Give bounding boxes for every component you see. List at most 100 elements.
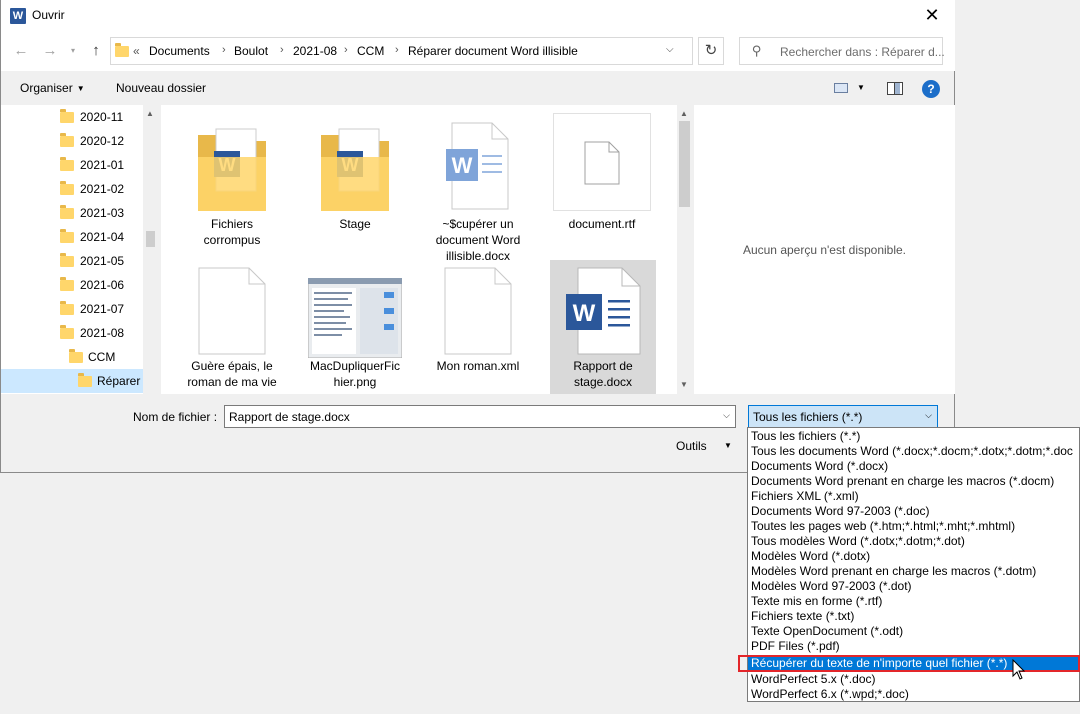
file-item-fichiers-corrompus[interactable]: W Fichierscorrompus	[181, 111, 283, 256]
file-type-option[interactable]: Toutes les pages web (*.htm;*.html;*.mht…	[748, 519, 1079, 534]
file-item-mon-roman-xml[interactable]: Mon roman.xml	[427, 260, 529, 390]
file-item-rapport-de-stage[interactable]: W Rapport de stage.docx	[550, 260, 656, 394]
file-type-option[interactable]: WordPerfect 6.x (*.wpd;*.doc)	[748, 687, 1079, 701]
word-app-icon: W	[10, 8, 26, 24]
word-document-icon: W	[566, 267, 641, 355]
folder-icon	[60, 325, 74, 339]
view-options-icon[interactable]	[834, 83, 848, 93]
close-button[interactable]: ✕	[909, 0, 955, 31]
help-icon[interactable]: ?	[922, 80, 940, 98]
tree-item-ccm[interactable]: CCM	[1, 345, 143, 369]
filename-value: Rapport de stage.docx	[229, 410, 350, 424]
scroll-thumb[interactable]	[679, 121, 690, 207]
chevron-right-icon[interactable]: ›	[222, 44, 226, 56]
arrow-right-icon[interactable]: →	[40, 41, 60, 61]
file-type-option[interactable]: Fichiers XML (*.xml)	[748, 489, 1079, 504]
file-list-scrollbar[interactable]: ▲ ▼	[677, 105, 692, 394]
scroll-up-icon[interactable]: ▲	[680, 109, 688, 118]
breadcrumb-2021-08[interactable]: 2021-08	[293, 44, 337, 58]
arrow-left-icon[interactable]: ←	[11, 41, 31, 61]
search-input[interactable]: ⚲ Rechercher dans : Réparer d...	[739, 37, 945, 65]
filename-input[interactable]: Rapport de stage.docx ⌵	[224, 405, 736, 428]
caret-down-icon[interactable]: ▼	[724, 441, 732, 450]
file-type-select[interactable]: Tous les fichiers (*.*) ⌵	[748, 405, 938, 428]
folder-icon	[115, 43, 129, 57]
chevron-down-icon[interactable]: ▾	[63, 41, 83, 61]
tree-item-2021-08[interactable]: 2021-08	[1, 321, 143, 345]
breadcrumb-current-folder[interactable]: Réparer document Word illisible	[408, 44, 578, 58]
file-item-macdupliquer-png[interactable]: MacDupliquerFic hier.png	[304, 260, 406, 390]
file-type-option[interactable]: Documents Word prenant en charge les mac…	[748, 474, 1079, 489]
tree-item-2020-11[interactable]: 2020-11	[1, 105, 143, 129]
tree-scrollbar[interactable]: ▲	[143, 105, 158, 394]
breadcrumb-ccm[interactable]: CCM	[357, 44, 384, 58]
address-bar[interactable]: « Documents › Boulot › 2021-08 › CCM › R…	[110, 37, 693, 65]
address-history-chevron-icon[interactable]: ⌵	[666, 44, 674, 55]
arrow-up-icon[interactable]: ↑	[86, 41, 106, 61]
file-type-option[interactable]: Modèles Word 97-2003 (*.dot)	[748, 579, 1079, 594]
scroll-down-icon[interactable]: ▼	[680, 380, 688, 389]
file-type-option[interactable]: Texte OpenDocument (*.odt)	[748, 624, 1079, 639]
folder-icon	[69, 349, 83, 363]
file-label: Fichiers corrompus	[203, 217, 261, 247]
tree-item-2021-03[interactable]: 2021-03	[1, 201, 143, 225]
dialog-title: Ouvrir	[32, 8, 65, 22]
file-type-option[interactable]: Documents Word (*.docx)	[748, 459, 1079, 474]
file-type-option[interactable]: PDF Files (*.pdf)	[748, 639, 1079, 654]
folder-icon	[60, 181, 74, 195]
chevron-right-icon[interactable]: ›	[395, 44, 399, 56]
tree-item-2021-05[interactable]: 2021-05	[1, 249, 143, 273]
caret-down-icon[interactable]: ▼	[857, 83, 865, 92]
chevron-down-icon[interactable]: ⌵	[925, 410, 932, 421]
blank-document-icon	[444, 267, 512, 355]
tree-item-2020-12[interactable]: 2020-12	[1, 129, 143, 153]
file-type-option[interactable]: Documents Word 97-2003 (*.doc)	[748, 504, 1079, 519]
scroll-thumb[interactable]	[146, 231, 155, 247]
file-label: Mon roman.xml	[436, 359, 520, 373]
organize-button[interactable]: Organiser ▼	[20, 81, 85, 95]
breadcrumb-documents[interactable]: Documents	[149, 44, 210, 58]
file-list: W Fichierscorrompus W Stage W	[161, 105, 692, 394]
refresh-button[interactable]: ↻	[698, 37, 724, 65]
preview-pane-icon[interactable]	[887, 82, 903, 95]
file-item-document-rtf[interactable]: document.rtf	[551, 111, 653, 256]
chevron-right-icon[interactable]: ›	[280, 44, 284, 56]
folder-icon	[60, 277, 74, 291]
file-type-option[interactable]: Tous les fichiers (*.*)	[748, 429, 1079, 444]
highlight-frame	[738, 655, 1080, 672]
tree-item-2021-07[interactable]: 2021-07	[1, 297, 143, 321]
file-item-temp-docx[interactable]: W ~$cupérer un document Word illisible.doc…	[427, 111, 529, 263]
file-type-option[interactable]: WordPerfect 5.x (*.doc)	[748, 672, 1079, 687]
file-type-option[interactable]: Tous les documents Word (*.docx;*.docm;*…	[748, 444, 1079, 459]
scroll-up-icon[interactable]: ▲	[146, 109, 154, 118]
folder-icon	[78, 373, 92, 387]
tree-item-current-folder[interactable]: Réparer d	[1, 369, 150, 393]
tools-button[interactable]: Outils	[676, 439, 707, 453]
chevron-down-icon[interactable]: ⌵	[723, 410, 730, 421]
folder-icon	[60, 157, 74, 171]
tree-item-label: 2021-04	[80, 230, 125, 244]
file-item-stage[interactable]: W Stage	[304, 111, 406, 256]
address-overflow[interactable]: «	[133, 44, 140, 58]
blank-document-icon	[198, 267, 266, 355]
file-type-option[interactable]: Fichiers texte (*.txt)	[748, 609, 1079, 624]
file-type-option[interactable]: Modèles Word (*.dotx)	[748, 549, 1079, 564]
navigation-tree: 2020-11 2020-12 2021-01 2021-02 2021-03 …	[1, 105, 158, 394]
folder-icon: W	[321, 128, 389, 211]
file-type-option[interactable]: Modèles Word prenant en charge les macro…	[748, 564, 1079, 579]
tree-item-2021-06[interactable]: 2021-06	[1, 273, 143, 297]
tree-item-2021-01[interactable]: 2021-01	[1, 153, 143, 177]
word-document-icon: W	[446, 122, 509, 210]
tree-item-2021-04[interactable]: 2021-04	[1, 225, 143, 249]
file-type-option[interactable]: Texte mis en forme (*.rtf)	[748, 594, 1079, 609]
new-folder-button[interactable]: Nouveau dossier	[116, 81, 206, 95]
file-label: ~$cupérer un document Word illisible.docx	[435, 217, 521, 263]
filename-label: Nom de fichier :	[133, 410, 218, 424]
breadcrumb-boulot[interactable]: Boulot	[234, 44, 268, 58]
title-bar: W Ouvrir ✕	[1, 0, 955, 31]
folder-icon	[60, 205, 74, 219]
chevron-right-icon[interactable]: ›	[344, 44, 348, 56]
tree-item-2021-02[interactable]: 2021-02	[1, 177, 143, 201]
file-item-guere-epais[interactable]: Guère épais, le roman de ma vie	[181, 260, 283, 390]
file-type-option[interactable]: Tous modèles Word (*.dotx;*.dotm;*.dot)	[748, 534, 1079, 549]
